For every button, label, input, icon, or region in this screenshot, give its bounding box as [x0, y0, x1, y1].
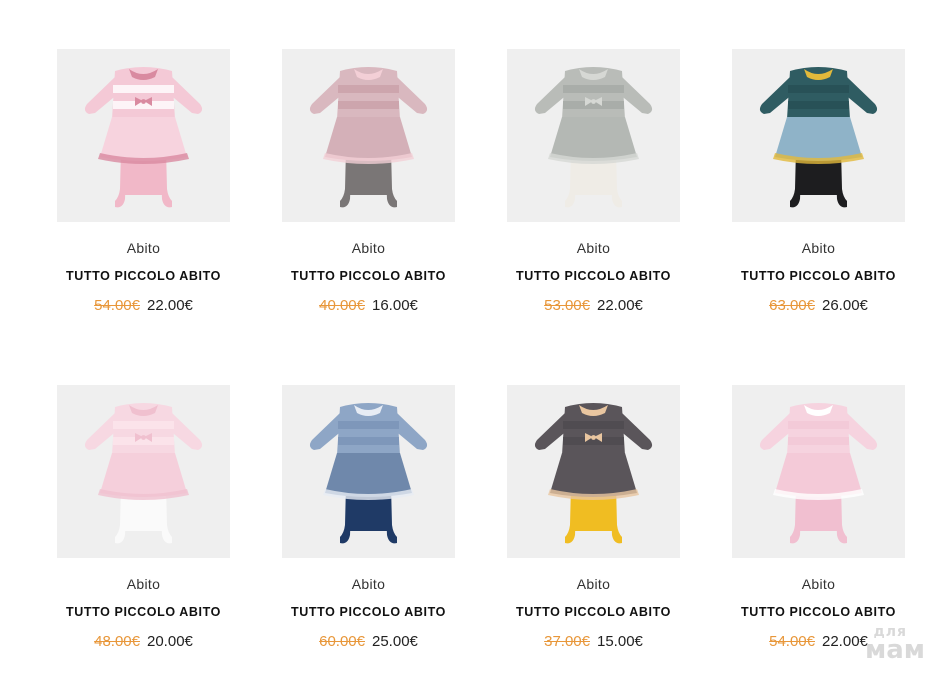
product-image-svg [309, 67, 428, 208]
product-title-link[interactable]: TUTTO PICCOLO ABITO [57, 268, 230, 284]
product-image[interactable] [507, 385, 680, 558]
product-image[interactable] [57, 385, 230, 558]
product-title-link[interactable]: TUTTO PICCOLO ABITO [282, 268, 455, 284]
product-image[interactable] [57, 49, 230, 222]
old-price: 54.00€ [94, 297, 140, 314]
product-image[interactable] [282, 49, 455, 222]
product-grid: Abito TUTTO PICCOLO ABITO 54.00€ 22.00€ Abit… [0, 0, 939, 674]
sale-price: 22.00€ [597, 297, 643, 314]
product-card[interactable]: Abito TUTTO PICCOLO ABITO 54.00€ 22.00€ [732, 385, 905, 651]
old-price: 40.00€ [319, 297, 365, 314]
product-prices: 60.00€ 25.00€ [282, 633, 455, 651]
old-price: 54.00€ [769, 633, 815, 650]
product-prices: 40.00€ 16.00€ [282, 297, 455, 315]
product-image[interactable] [282, 385, 455, 558]
watermark-line2: мам [864, 634, 925, 665]
product-image-svg [84, 403, 203, 544]
sale-price: 25.00€ [372, 633, 418, 650]
product-title-link[interactable]: TUTTO PICCOLO ABITO [507, 604, 680, 620]
product-category: Abito [126, 240, 161, 256]
product-prices: 53.00€ 22.00€ [507, 297, 680, 315]
watermark-logo: для мам [864, 625, 925, 665]
product-image-svg [309, 403, 428, 544]
product-card[interactable]: Abito TUTTO PICCOLO ABITO 48.00€ 20.00€ [57, 385, 230, 651]
product-card[interactable]: Abito TUTTO PICCOLO ABITO 40.00€ 16.00€ [282, 49, 455, 315]
old-price: 60.00€ [319, 633, 365, 650]
product-card[interactable]: Abito TUTTO PICCOLO ABITO 37.00€ 15.00€ [507, 385, 680, 651]
product-image-svg [84, 67, 203, 208]
product-image-svg [534, 67, 653, 208]
product-card[interactable]: Abito TUTTO PICCOLO ABITO 60.00€ 25.00€ [282, 385, 455, 651]
product-card[interactable]: Abito TUTTO PICCOLO ABITO 54.00€ 22.00€ [57, 49, 230, 315]
sale-price: 26.00€ [822, 297, 868, 314]
sale-price: 22.00€ [822, 633, 868, 650]
product-card[interactable]: Abito TUTTO PICCOLO ABITO 63.00€ 26.00€ [732, 49, 905, 315]
product-prices: 37.00€ 15.00€ [507, 633, 680, 651]
product-image[interactable] [732, 49, 905, 222]
product-prices: 54.00€ 22.00€ [57, 297, 230, 315]
product-prices: 48.00€ 20.00€ [57, 633, 230, 651]
old-price: 37.00€ [544, 633, 590, 650]
product-image[interactable] [732, 385, 905, 558]
sale-price: 20.00€ [147, 633, 193, 650]
sale-price: 22.00€ [147, 297, 193, 314]
product-title-link[interactable]: TUTTO PICCOLO ABITO [282, 604, 455, 620]
product-card[interactable]: Abito TUTTO PICCOLO ABITO 53.00€ 22.00€ [507, 49, 680, 315]
product-image-svg [759, 403, 878, 544]
product-category: Abito [351, 576, 386, 592]
sale-price: 16.00€ [372, 297, 418, 314]
product-category: Abito [351, 240, 386, 256]
product-category: Abito [576, 240, 611, 256]
product-title-link[interactable]: TUTTO PICCOLO ABITO [507, 268, 680, 284]
product-title-link[interactable]: TUTTO PICCOLO ABITO [732, 268, 905, 284]
product-category: Abito [126, 576, 161, 592]
product-title-link[interactable]: TUTTO PICCOLO ABITO [732, 604, 905, 620]
product-category: Abito [801, 576, 836, 592]
product-image-svg [759, 67, 878, 208]
product-prices: 63.00€ 26.00€ [732, 297, 905, 315]
product-image-svg [534, 403, 653, 544]
old-price: 48.00€ [94, 633, 140, 650]
sale-price: 15.00€ [597, 633, 643, 650]
product-category: Abito [576, 576, 611, 592]
old-price: 53.00€ [544, 297, 590, 314]
product-image[interactable] [507, 49, 680, 222]
product-title-link[interactable]: TUTTO PICCOLO ABITO [57, 604, 230, 620]
product-category: Abito [801, 240, 836, 256]
old-price: 63.00€ [769, 297, 815, 314]
